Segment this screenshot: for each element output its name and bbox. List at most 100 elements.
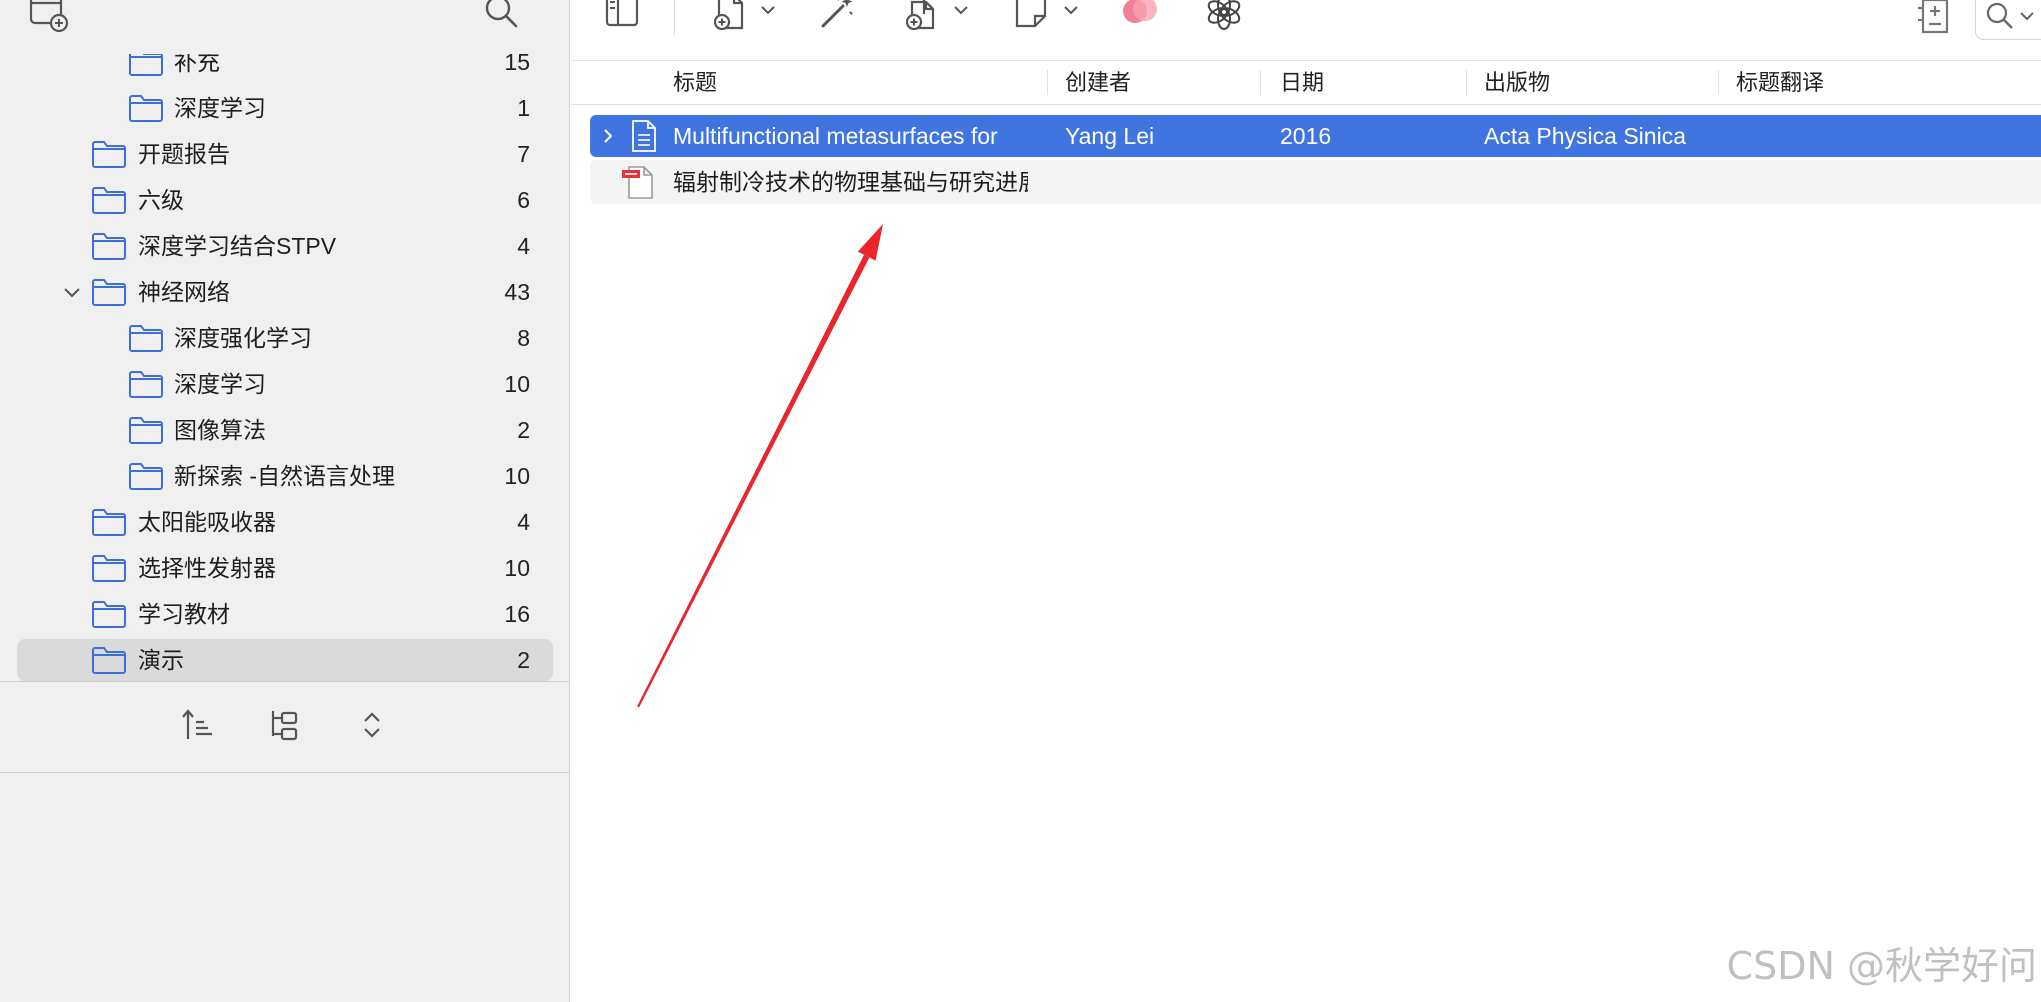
chevron-down-icon[interactable]: [1061, 0, 1081, 20]
column-divider[interactable]: [1047, 70, 1048, 95]
collection-label: 深度学习: [174, 95, 266, 121]
collection-count: 4: [517, 509, 530, 535]
folder-icon: [92, 187, 126, 214]
item-title: 辐射制冷技术的物理基础与研究进展: [673, 169, 1028, 195]
column-divider[interactable]: [1466, 70, 1467, 95]
chevron-down-icon[interactable]: [758, 0, 778, 20]
new-note-icon[interactable]: [1011, 0, 1051, 32]
folder-icon: [92, 233, 126, 260]
table-row[interactable]: 辐射制冷技术的物理基础与研究进展: [590, 160, 2041, 204]
document-icon: [632, 120, 656, 152]
new-item-icon[interactable]: [709, 0, 749, 32]
divider: [0, 681, 569, 682]
item-title: Multifunctional metasurfaces for: [673, 123, 998, 149]
chevron-down-icon[interactable]: [61, 281, 83, 303]
folder-icon: [92, 509, 126, 536]
collection-label: 六级: [138, 187, 184, 213]
folder-icon: [129, 463, 163, 490]
collection-item-selected[interactable]: 演示 2: [0, 637, 569, 681]
collection-label: 新探索 -自然语言处理: [174, 463, 396, 489]
collection-item[interactable]: 学习教材 16: [0, 591, 569, 637]
collection-count: 43: [504, 279, 530, 305]
collection-label: 深度强化学习: [174, 325, 312, 351]
pdf-icon: [622, 166, 653, 199]
collection-count: 16: [504, 601, 530, 627]
plugin-icon[interactable]: [1120, 0, 1160, 32]
folder-icon: [129, 417, 163, 444]
collection-count: 2: [517, 647, 530, 673]
collection-item[interactable]: 图像算法 2: [0, 407, 569, 453]
collection-item[interactable]: 神经网络 43: [0, 269, 569, 315]
collection-label: 选择性发射器: [138, 555, 276, 581]
folder-icon: [92, 555, 126, 582]
collection-item[interactable]: 深度学习 1: [0, 85, 569, 131]
item-publication: Acta Physica Sinica: [1484, 123, 1686, 149]
collections-toolbar: [0, 0, 569, 54]
collections-pane: 补充 15 深度学习 1 开题报告 7 六级 6 深度学习结合STPV 4 神经…: [0, 0, 570, 1002]
new-collection-icon[interactable]: [27, 0, 71, 35]
collection-label: 太阳能吸收器: [138, 509, 276, 535]
add-note-icon[interactable]: [1913, 0, 1953, 38]
collection-tree: 补充 15 深度学习 1 开题报告 7 六级 6 深度学习结合STPV 4 神经…: [0, 54, 569, 681]
table-row-selected[interactable]: Multifunctional metasurfaces for Yang Le…: [590, 115, 2041, 157]
folder-icon: [92, 601, 126, 628]
collection-tree-icon[interactable]: [267, 708, 301, 742]
chevron-right-icon[interactable]: [599, 127, 617, 145]
collection-item[interactable]: 太阳能吸收器 4: [0, 499, 569, 545]
search-icon: [1986, 2, 2013, 29]
collection-count: 6: [517, 187, 530, 213]
collection-item[interactable]: 深度强化学习 8: [0, 315, 569, 361]
column-divider[interactable]: [1260, 70, 1261, 95]
items-table-header: 标题 创建者 日期 出版物 标题翻译: [571, 60, 2041, 105]
collection-count: 8: [517, 325, 530, 351]
watermark: CSDN @秋学好问: [1726, 944, 2037, 988]
add-attachment-icon[interactable]: [900, 0, 940, 32]
collection-item[interactable]: 深度学习结合STPV 4: [0, 223, 569, 269]
collection-count: 10: [504, 463, 530, 489]
collection-count: 2: [517, 417, 530, 443]
column-header-translated-title[interactable]: 标题翻译: [1736, 61, 1824, 104]
search-box[interactable]: [1975, 0, 2041, 40]
folder-icon: [129, 371, 163, 398]
magic-wand-icon[interactable]: [817, 0, 857, 32]
collection-count: 10: [504, 371, 530, 397]
toolbar-separator: [674, 0, 675, 36]
collection-item[interactable]: 六级 6: [0, 177, 569, 223]
column-header-creator[interactable]: 创建者: [1065, 61, 1131, 104]
collection-count: 4: [517, 233, 530, 259]
collection-label: 补充: [174, 54, 220, 75]
column-header-title[interactable]: 标题: [673, 61, 717, 104]
main-toolbar: [571, 0, 2041, 58]
expand-collapse-icon[interactable]: [355, 708, 389, 742]
collection-label: 学习教材: [138, 601, 230, 627]
divider: [0, 772, 569, 773]
folder-icon: [92, 647, 126, 674]
reading-pane-icon[interactable]: [602, 0, 642, 32]
sort-icon[interactable]: [180, 708, 214, 742]
collection-item[interactable]: 新探索 -自然语言处理 10: [0, 453, 569, 499]
collection-count: 7: [517, 141, 530, 167]
search-icon[interactable]: [481, 0, 521, 32]
collection-item[interactable]: 补充 15: [0, 54, 569, 85]
item-date: 2016: [1280, 123, 1332, 149]
collection-label: 图像算法: [174, 417, 266, 443]
chevron-down-icon[interactable]: [951, 0, 971, 20]
collection-count: 10: [504, 555, 530, 581]
item-creator: Yang Lei: [1065, 123, 1155, 149]
collection-item[interactable]: 开题报告 7: [0, 131, 569, 177]
chevron-down-icon[interactable]: [2018, 7, 2036, 25]
column-header-date[interactable]: 日期: [1280, 61, 1324, 104]
collection-item[interactable]: 深度学习 10: [0, 361, 569, 407]
collection-item[interactable]: 选择性发射器 10: [0, 545, 569, 591]
collection-label: 神经网络: [138, 279, 230, 305]
collection-label: 演示: [138, 647, 184, 673]
collection-count: 15: [504, 54, 530, 75]
folder-icon: [129, 54, 163, 76]
collection-label: 深度学习结合STPV: [138, 233, 337, 259]
collection-label: 深度学习: [174, 371, 266, 397]
collection-count: 1: [517, 95, 530, 121]
folder-icon: [92, 279, 126, 306]
openai-icon[interactable]: [1204, 0, 1244, 32]
column-divider[interactable]: [1718, 70, 1719, 95]
column-header-publication[interactable]: 出版物: [1484, 61, 1550, 104]
